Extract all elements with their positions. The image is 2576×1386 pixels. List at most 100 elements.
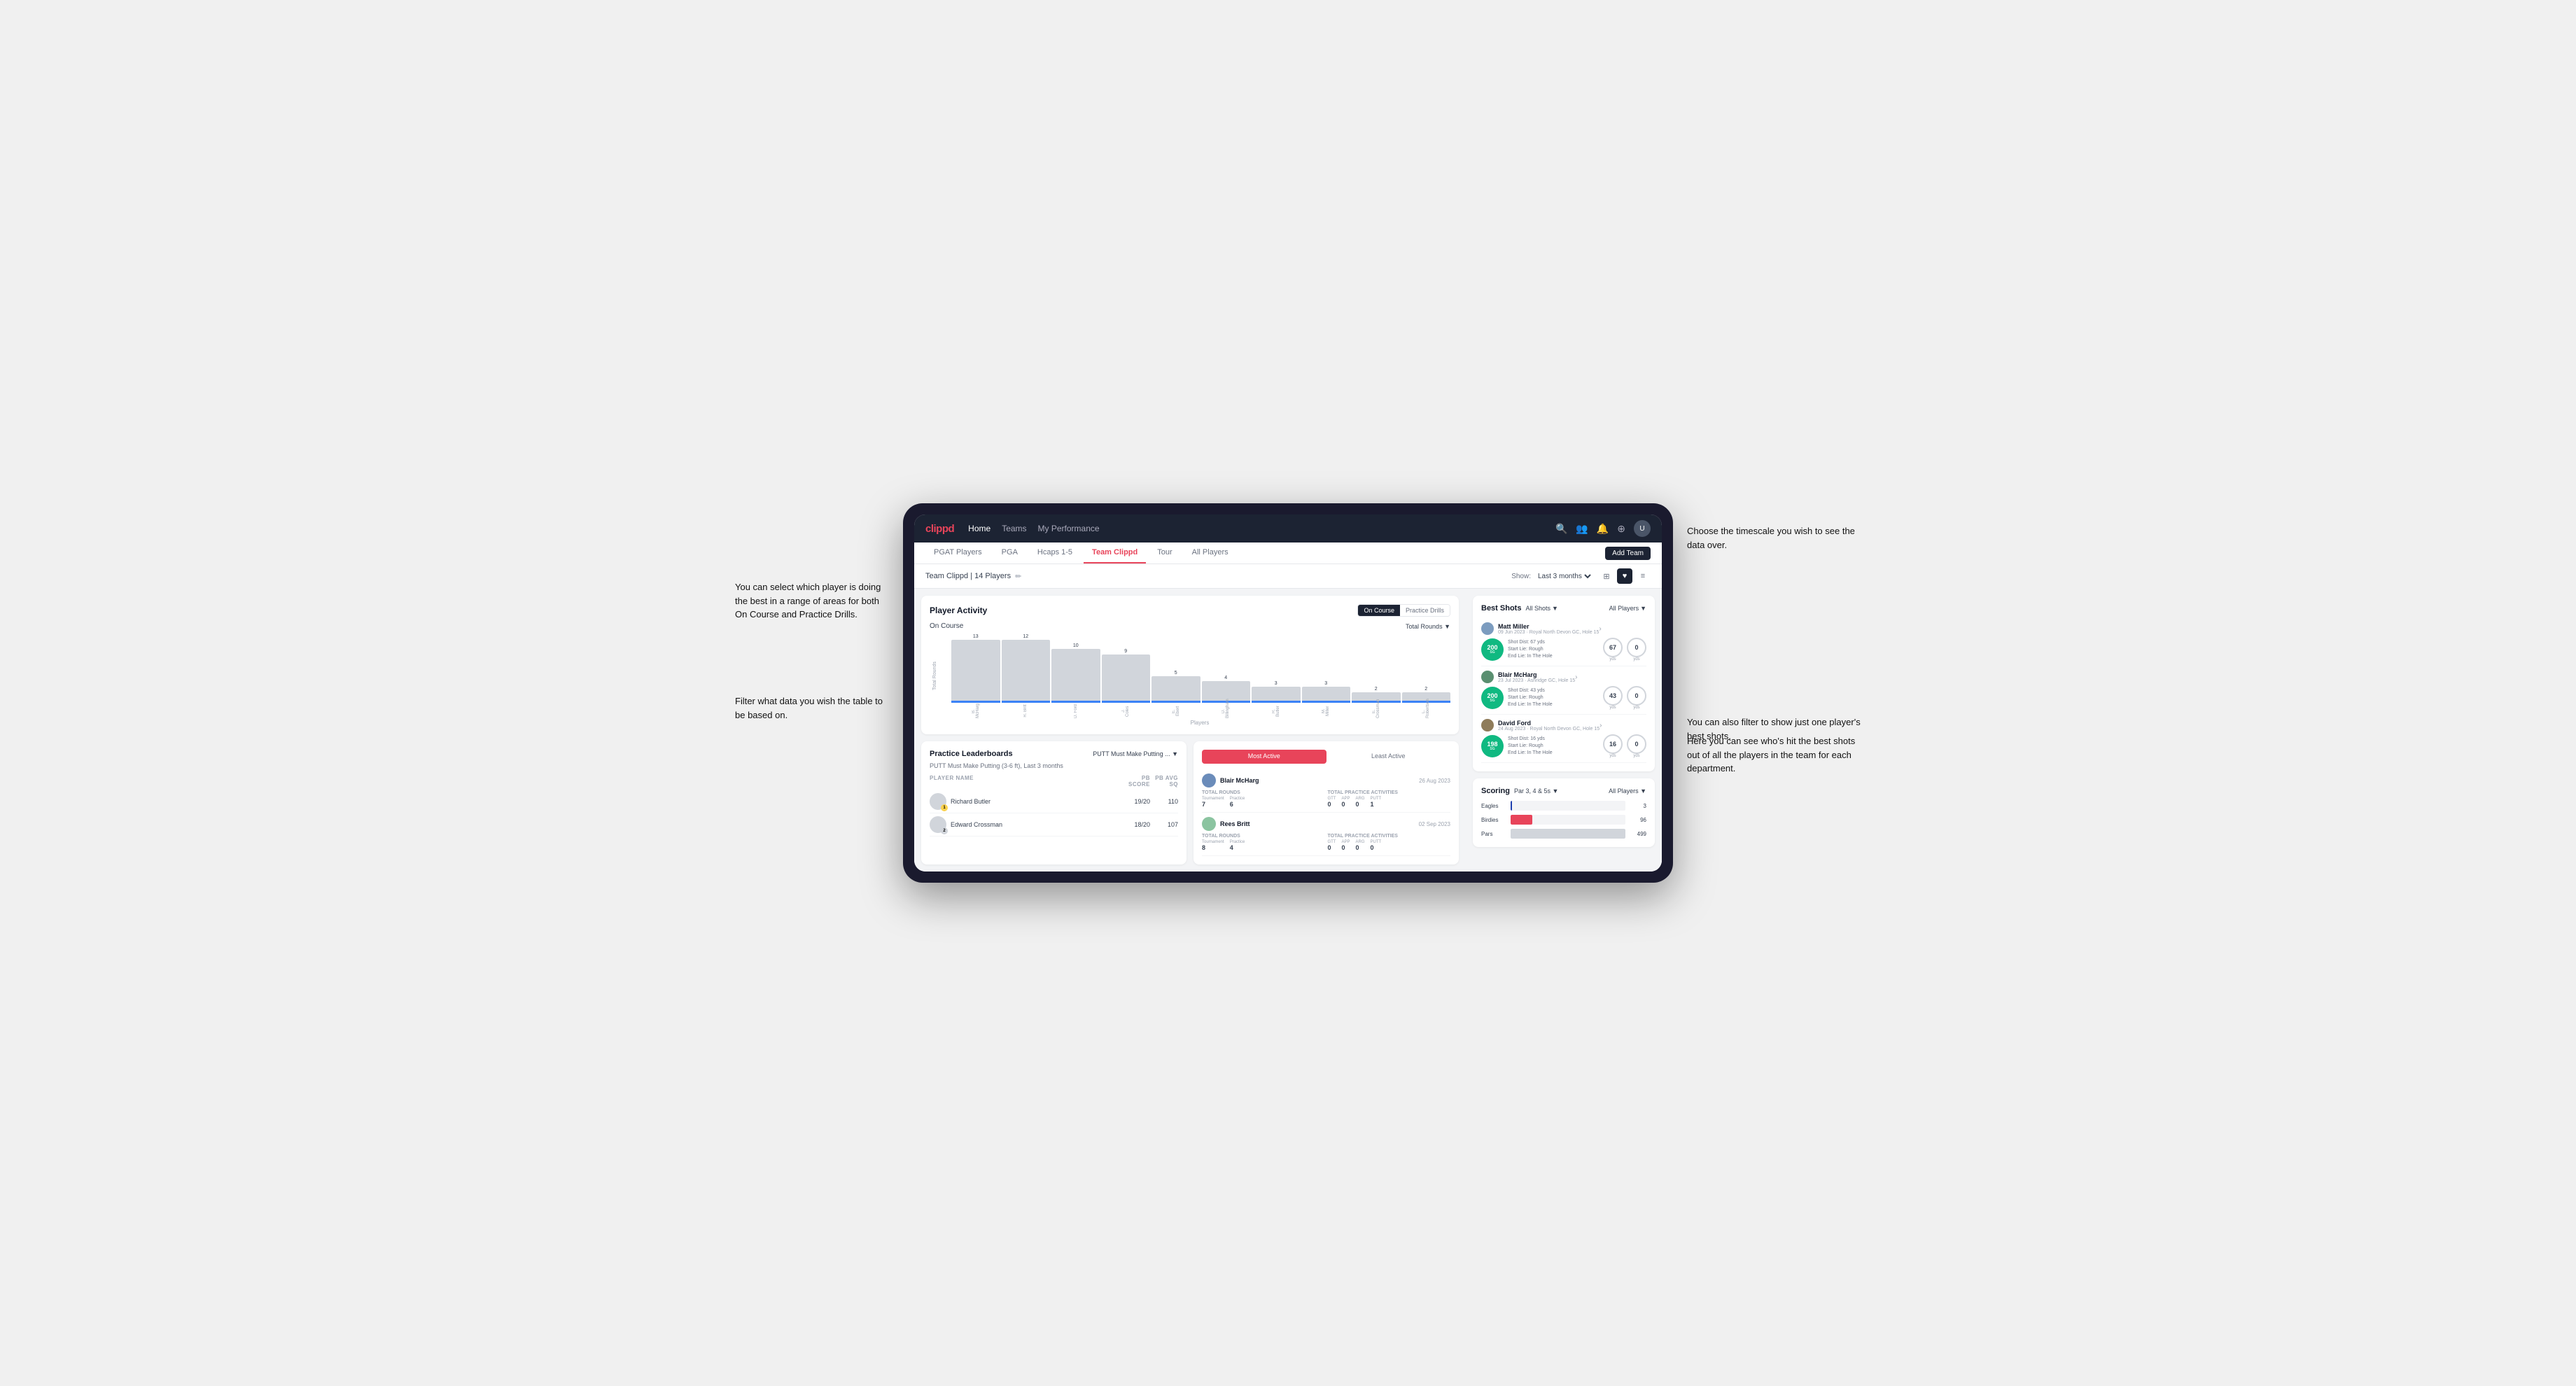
bar-7[interactable] [1302, 687, 1351, 703]
pa-practice-2: Practice 4 [1230, 840, 1245, 851]
lb-row-2[interactable]: 2 Edward Crossman 18/20 107 [930, 813, 1178, 836]
most-active-player-2[interactable]: Rees Britt 02 Sep 2023 Total Rounds Tour… [1202, 813, 1450, 856]
most-active-player-1[interactable]: Blair McHarg 26 Aug 2023 Total Rounds To… [1202, 769, 1450, 813]
nav-home[interactable]: Home [968, 524, 990, 533]
shots-players-filter[interactable]: All Players ▼ [1609, 605, 1646, 612]
grid-view-icon[interactable]: ⊞ [1599, 568, 1614, 584]
scoring-label-0: Eagles [1481, 803, 1506, 809]
tab-pga[interactable]: PGA [993, 542, 1026, 564]
pa-header-2: Rees Britt 02 Sep 2023 [1202, 817, 1450, 831]
lb-name-1: Richard Butler [951, 798, 1122, 805]
bar-value-3: 9 [1124, 649, 1127, 654]
bar-6[interactable] [1252, 687, 1301, 703]
shot-metric1-0: 67 yds [1603, 638, 1623, 662]
bar-3[interactable] [1102, 654, 1151, 703]
shot-player-2: David Ford 24 Aug 2023 · Royal North Dev… [1481, 719, 1646, 732]
shots-filter[interactable]: All Shots ▼ [1525, 605, 1558, 612]
shot-dist-1: Shot Dist: 43 yds [1508, 687, 1599, 694]
lb-rank-1: 1 [941, 804, 948, 811]
user-avatar[interactable]: U [1634, 520, 1651, 537]
pa-practice-1: Practice 6 [1230, 797, 1245, 808]
bar-group-2: 10D. Ford [1051, 634, 1100, 718]
people-icon[interactable]: 👥 [1576, 523, 1588, 535]
most-active-tab[interactable]: Most Active [1202, 750, 1326, 764]
lb-avatar-1: 1 [930, 793, 946, 810]
shots-list: Matt Miller 09 Jun 2023 · Royal North De… [1481, 618, 1646, 763]
bar-group-8: 2E. Crossman [1352, 634, 1401, 718]
bar-label-3: J. Coles [1121, 704, 1130, 718]
heart-view-icon[interactable]: ♥ [1617, 568, 1632, 584]
lb-filter[interactable]: PUTT Must Make Putting ... ▼ [1093, 750, 1178, 757]
metric-circle-2-0: 0 [1627, 638, 1646, 657]
shots-filter-label: All Shots [1525, 605, 1550, 612]
chart-area: 13B. McHarg12R. Britt10D. Ford9J. Coles5… [937, 634, 1450, 718]
bar-2[interactable] [1051, 649, 1100, 703]
pa-avatar-2 [1202, 817, 1216, 831]
shot-badge-2: 198 SG [1481, 735, 1504, 757]
shot-start-lie-0: Start Lie: Rough [1508, 646, 1599, 653]
pa-app-1: APP 0 [1342, 797, 1350, 808]
time-period-select[interactable]: Last 3 months Last 6 months Last year [1535, 572, 1593, 581]
shot-badge-1: 200 SG [1481, 687, 1504, 709]
pa-app-2: APP 0 [1342, 840, 1350, 851]
shot-row-2[interactable]: David Ford 24 Aug 2023 · Royal North Dev… [1481, 715, 1646, 763]
total-rounds-filter[interactable]: Total Rounds ▼ [1406, 623, 1450, 630]
activity-toggle-group: On Course Practice Drills [1357, 604, 1450, 617]
bar-4[interactable] [1152, 676, 1200, 703]
show-label: Show: [1511, 573, 1531, 580]
bar-0[interactable] [951, 640, 1000, 703]
annotation-bottom-right: You can also filter to show just one pla… [1687, 715, 1869, 743]
shot-chevron-1: › [1575, 673, 1577, 681]
shots-header: Best Shots All Shots ▼ All Players ▼ [1481, 604, 1646, 612]
player-activity-header: Player Activity On Course Practice Drill… [930, 604, 1450, 617]
nav-my-performance[interactable]: My Performance [1038, 524, 1100, 533]
scoring-filter[interactable]: Par 3, 4 & 5s ▼ [1514, 788, 1558, 794]
edit-icon[interactable]: ✏ [1015, 572, 1021, 581]
shot-end-lie-0: End Lie: In The Hole [1508, 653, 1599, 660]
plus-circle-icon[interactable]: ⊕ [1617, 523, 1625, 535]
nav-teams[interactable]: Teams [1002, 524, 1026, 533]
shot-row-0[interactable]: Matt Miller 09 Jun 2023 · Royal North De… [1481, 618, 1646, 666]
pa-date-1: 26 Aug 2023 [1419, 778, 1450, 784]
bell-icon[interactable]: 🔔 [1597, 523, 1609, 535]
shot-badge-label-0: SG [1490, 651, 1494, 654]
shot-row-1[interactable]: Blair McHarg 23 Jul 2023 · Ashridge GC, … [1481, 666, 1646, 715]
tab-team-clippd[interactable]: Team Clippd [1084, 542, 1146, 564]
on-course-toggle[interactable]: On Course [1358, 605, 1400, 616]
settings-view-icon[interactable]: ≡ [1635, 568, 1651, 584]
bar-highlight-3 [1102, 701, 1151, 703]
scoring-players-filter[interactable]: All Players ▼ [1609, 788, 1646, 794]
pa-rounds-2: Total Rounds Tournament 8 Practice [1202, 834, 1325, 851]
best-shots-title: Best Shots [1481, 604, 1521, 612]
bar-1[interactable] [1002, 640, 1051, 703]
shot-desc-2: Shot Dist: 16 yds Start Lie: Rough End L… [1508, 736, 1599, 756]
scoring-card: Scoring Par 3, 4 & 5s ▼ All Players ▼ Ea… [1473, 778, 1655, 847]
shot-metric2-1: 0 yds [1627, 686, 1646, 710]
lb-sub: PUTT Must Make Putting (3-6 ft), Last 3 … [930, 762, 1178, 769]
tab-pgat-players[interactable]: PGAT Players [925, 542, 990, 564]
metric-circle-1-1: 43 [1603, 686, 1623, 706]
tab-hcaps[interactable]: Hcaps 1-5 [1029, 542, 1081, 564]
pa-date-2: 02 Sep 2023 [1419, 821, 1450, 827]
shot-chevron-0: › [1599, 625, 1601, 633]
lb-avatar-2: 2 [930, 816, 946, 833]
shot-details-2: 198 SG Shot Dist: 16 yds Start Lie: Roug… [1481, 734, 1646, 758]
pa-gtt-1: GTT 0 [1328, 797, 1336, 808]
pa-putt-1: PUTT 1 [1371, 797, 1382, 808]
tab-tour[interactable]: Tour [1149, 542, 1180, 564]
scoring-title: Scoring [1481, 787, 1510, 795]
lb-filter-label: PUTT Must Make Putting ... [1093, 750, 1170, 757]
total-rounds-label: Total Rounds [1406, 623, 1443, 630]
lb-header: Practice Leaderboards PUTT Must Make Put… [930, 750, 1178, 758]
add-team-button[interactable]: Add Team [1605, 547, 1651, 560]
search-icon[interactable]: 🔍 [1555, 523, 1567, 535]
tab-all-players[interactable]: All Players [1184, 542, 1237, 564]
lb-avg-2: 107 [1150, 821, 1178, 828]
pa-putt-2: PUTT 0 [1371, 840, 1382, 851]
pa-rounds-1: Total Rounds Tournament 7 Practice [1202, 790, 1325, 808]
shot-badge-0: 200 SG [1481, 638, 1504, 661]
least-active-tab[interactable]: Least Active [1326, 750, 1451, 764]
lb-row-1[interactable]: 1 Richard Butler 19/20 110 [930, 790, 1178, 813]
practice-drills-toggle[interactable]: Practice Drills [1400, 605, 1450, 616]
team-title: Team Clippd | 14 Players [925, 572, 1011, 580]
